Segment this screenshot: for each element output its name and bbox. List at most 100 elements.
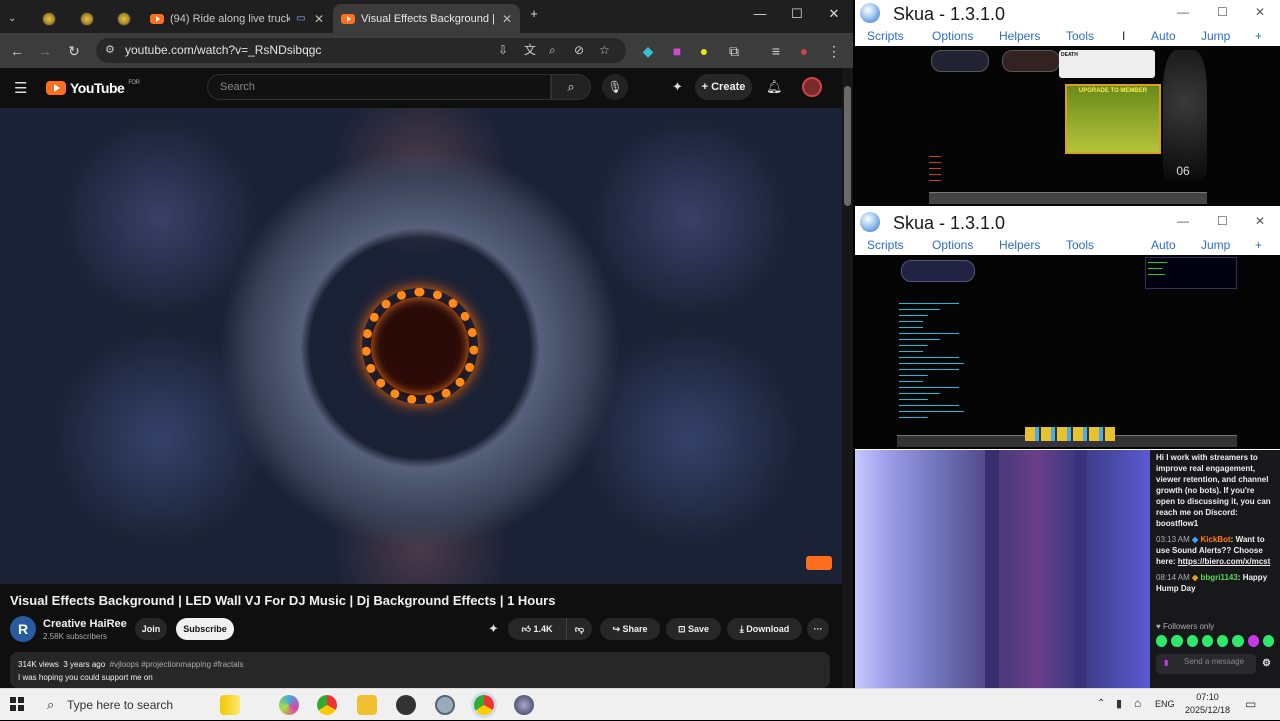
- notification-center-icon[interactable]: ▭: [1245, 697, 1256, 711]
- new-tab-button[interactable]: +: [519, 6, 549, 21]
- zoom-icon[interactable]: ⌕: [549, 38, 556, 63]
- profile-avatar-icon[interactable]: ●: [795, 42, 813, 60]
- bookmark-star-icon[interactable]: ☆: [599, 38, 610, 63]
- tray-chevron-icon[interactable]: ⌃: [1097, 698, 1105, 709]
- extension-3-icon[interactable]: ●: [695, 42, 713, 60]
- minimize-button[interactable]: —: [1177, 5, 1189, 19]
- emote-icon[interactable]: [1247, 635, 1259, 647]
- translate-icon[interactable]: 文: [524, 38, 536, 63]
- minimize-button[interactable]: —: [1177, 214, 1189, 228]
- emote-icon[interactable]: [1217, 635, 1229, 647]
- menu-jump[interactable]: Jump: [1201, 29, 1230, 43]
- eye-off-icon[interactable]: ⊘: [574, 38, 584, 63]
- save-button[interactable]: ⊡ Save: [666, 618, 721, 640]
- video-player[interactable]: [0, 108, 842, 584]
- system-clock[interactable]: 07:10 2025/12/18: [1185, 691, 1230, 717]
- tab-pinned-2[interactable]: [72, 4, 102, 33]
- minimize-button[interactable]: —: [745, 6, 775, 21]
- app-ring-icon[interactable]: [435, 695, 455, 715]
- weather-widget-icon[interactable]: [220, 695, 240, 715]
- network-icon[interactable]: ⌂: [1134, 696, 1141, 710]
- copilot-icon[interactable]: [279, 695, 299, 715]
- forward-icon[interactable]: →: [36, 42, 54, 60]
- menu-add[interactable]: +: [1255, 238, 1262, 252]
- media-control-icon[interactable]: ≡: [767, 42, 785, 60]
- chat-username[interactable]: bbgri1143: [1200, 573, 1237, 582]
- app-circle-icon[interactable]: [396, 695, 416, 715]
- back-icon[interactable]: ←: [8, 42, 26, 60]
- menu-options[interactable]: Options: [932, 29, 973, 43]
- maximize-button[interactable]: ☐: [782, 6, 812, 22]
- share-button[interactable]: ↪ Share: [600, 618, 660, 640]
- hamburger-menu-icon[interactable]: ☰: [14, 79, 27, 97]
- menu-scripts[interactable]: Scripts: [867, 29, 904, 43]
- input-language[interactable]: ENG: [1155, 699, 1175, 709]
- site-info-icon[interactable]: ⚙: [105, 38, 115, 63]
- notifications-bell-icon[interactable]: 🔔︎: [766, 79, 783, 95]
- close-window-button[interactable]: ✕: [1255, 5, 1265, 19]
- game-view-1[interactable]: DEATH UPGRADE TO MEMBER 06 ▬▬▬▬▬ ▬▬▬▬▬ ▬▬▬…: [855, 46, 1280, 206]
- more-actions-button[interactable]: ···: [807, 618, 829, 640]
- emote-icon[interactable]: [1262, 635, 1274, 647]
- channel-name[interactable]: Creative HaiRee: [43, 618, 127, 630]
- taskbar-search-input[interactable]: ⌕ Type here to search: [37, 689, 207, 721]
- search-input[interactable]: Search: [207, 74, 551, 100]
- reload-icon[interactable]: ↻: [65, 42, 83, 60]
- download-button[interactable]: ⤓ Download: [727, 618, 802, 640]
- menu-tools[interactable]: Tools: [1066, 29, 1094, 43]
- menu-auto[interactable]: Auto: [1151, 238, 1176, 252]
- page-scrollbar[interactable]: [842, 68, 853, 688]
- install-icon[interactable]: ⇩: [498, 38, 508, 63]
- like-button[interactable]: 👍︎ 1.4K: [508, 618, 566, 640]
- create-button[interactable]: + Create: [695, 74, 752, 100]
- maximize-button[interactable]: ☐: [1217, 5, 1228, 19]
- extension-2-icon[interactable]: ■: [668, 42, 686, 60]
- chat-username[interactable]: KickBot: [1200, 535, 1230, 544]
- chrome-active-icon[interactable]: [474, 695, 494, 715]
- close-icon[interactable]: ✕: [502, 12, 512, 26]
- menu-options[interactable]: Options: [932, 238, 973, 252]
- menu-tools[interactable]: Tools: [1066, 238, 1094, 252]
- chat-message-input[interactable]: ▮ Send a message: [1156, 654, 1256, 674]
- tab-visual-effects[interactable]: Visual Effects Background | LED ✕: [333, 4, 520, 33]
- chrome-icon[interactable]: [317, 695, 337, 715]
- menu-helpers[interactable]: Helpers: [999, 29, 1040, 43]
- maximize-button[interactable]: ☐: [1217, 214, 1228, 228]
- address-bar[interactable]: ⚙ youtube.com/watch?v=_RsNDsibqgc ⇩ 文 ⌕ …: [96, 38, 626, 63]
- extension-1-icon[interactable]: ◆: [639, 42, 657, 60]
- subscribe-button[interactable]: Subscribe: [176, 618, 234, 640]
- mic-tray-icon[interactable]: ▮: [1116, 697, 1122, 710]
- close-window-button[interactable]: ✕: [819, 6, 849, 22]
- hashtags[interactable]: #vjloops #projectionmapping #fractals: [110, 660, 244, 669]
- description-box[interactable]: 314K views 3 years ago #vjloops #project…: [10, 652, 830, 688]
- tab-trucking[interactable]: (94) Ride along live trucking ▭ ✕: [142, 4, 332, 33]
- menu-helpers[interactable]: Helpers: [999, 238, 1040, 252]
- channel-avatar[interactable]: R: [10, 616, 36, 642]
- voice-search-button[interactable]: 🎙︎: [602, 74, 628, 100]
- game-view-2[interactable]: ▬▬▬▬▬▬▬▬ ▬▬▬▬▬▬ ▬▬▬▬▬▬▬ ▬▬▬▬▬▬▬▬▬▬▬▬▬▬▬▬▬▬…: [855, 255, 1280, 449]
- extensions-puzzle-icon[interactable]: ⧉: [725, 42, 743, 60]
- upgrade-banner[interactable]: UPGRADE TO MEMBER: [1065, 84, 1161, 154]
- menu-jump[interactable]: Jump: [1201, 238, 1230, 252]
- stream-preview[interactable]: [855, 450, 1150, 688]
- dislike-button[interactable]: 👎︎: [566, 618, 592, 640]
- menu-add[interactable]: +: [1255, 29, 1262, 43]
- join-button[interactable]: Join: [135, 618, 167, 640]
- menu-kebab-icon[interactable]: ⋮: [825, 42, 843, 60]
- close-window-button[interactable]: ✕: [1255, 214, 1265, 228]
- skill-icons[interactable]: [1025, 427, 1115, 441]
- emote-icon[interactable]: [1186, 635, 1198, 647]
- tab-pinned-3[interactable]: [109, 4, 139, 33]
- menu-scripts[interactable]: Scripts: [867, 238, 904, 252]
- close-icon[interactable]: ✕: [314, 12, 324, 26]
- file-explorer-icon[interactable]: [357, 695, 377, 715]
- tab-search-button[interactable]: ⌄: [4, 4, 26, 33]
- search-button[interactable]: ⌕: [551, 74, 591, 100]
- emote-icon[interactable]: [1232, 635, 1244, 647]
- scrollbar-thumb[interactable]: [844, 86, 851, 206]
- windows-start-icon[interactable]: [10, 697, 24, 711]
- menu-auto[interactable]: Auto: [1151, 29, 1176, 43]
- sparkle-icon[interactable]: ✦: [488, 621, 499, 637]
- emote-icon[interactable]: [1171, 635, 1183, 647]
- emote-icon[interactable]: [1201, 635, 1213, 647]
